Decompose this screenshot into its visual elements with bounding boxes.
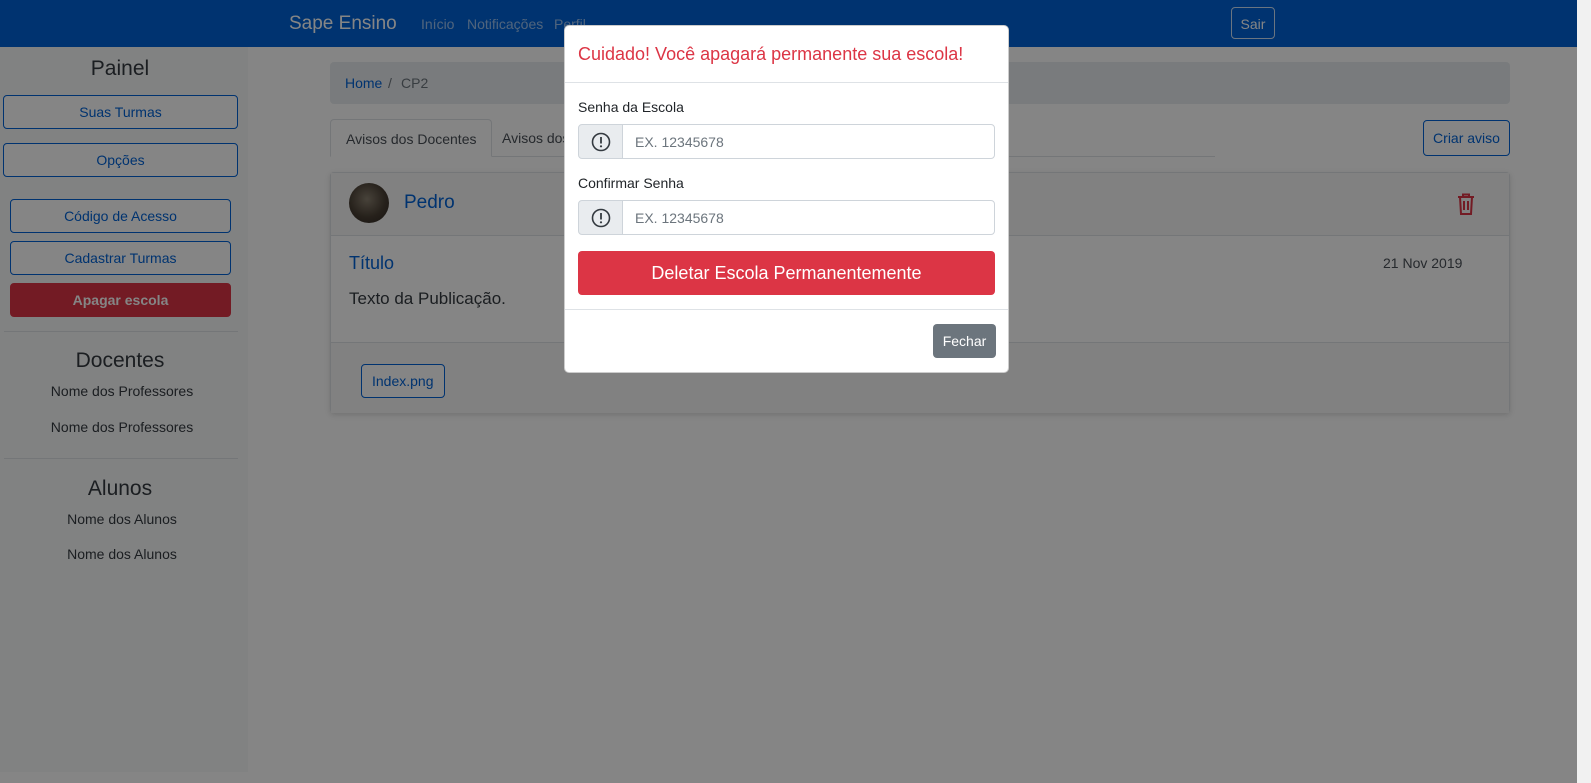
delete-school-permanently-button[interactable]: Deletar Escola Permanentemente	[578, 251, 995, 295]
delete-school-modal: Cuidado! Você apagará permanente sua esc…	[564, 25, 1009, 373]
exclamation-circle-icon	[591, 132, 611, 152]
close-button[interactable]: Fechar	[933, 324, 996, 358]
scrollbar[interactable]	[1577, 0, 1591, 783]
divider	[565, 82, 1008, 83]
exclamation-circle-icon	[591, 208, 611, 228]
confirm-input-group	[578, 200, 995, 235]
confirm-password-input[interactable]	[622, 200, 995, 235]
input-addon	[578, 124, 623, 159]
school-password-input[interactable]	[622, 124, 995, 159]
modal-title: Cuidado! Você apagará permanente sua esc…	[578, 44, 964, 64]
password-label: Senha da Escola	[578, 99, 684, 115]
password-input-group	[578, 124, 995, 159]
divider	[565, 309, 1008, 310]
input-addon	[578, 200, 623, 235]
confirm-password-label: Confirmar Senha	[578, 175, 684, 191]
